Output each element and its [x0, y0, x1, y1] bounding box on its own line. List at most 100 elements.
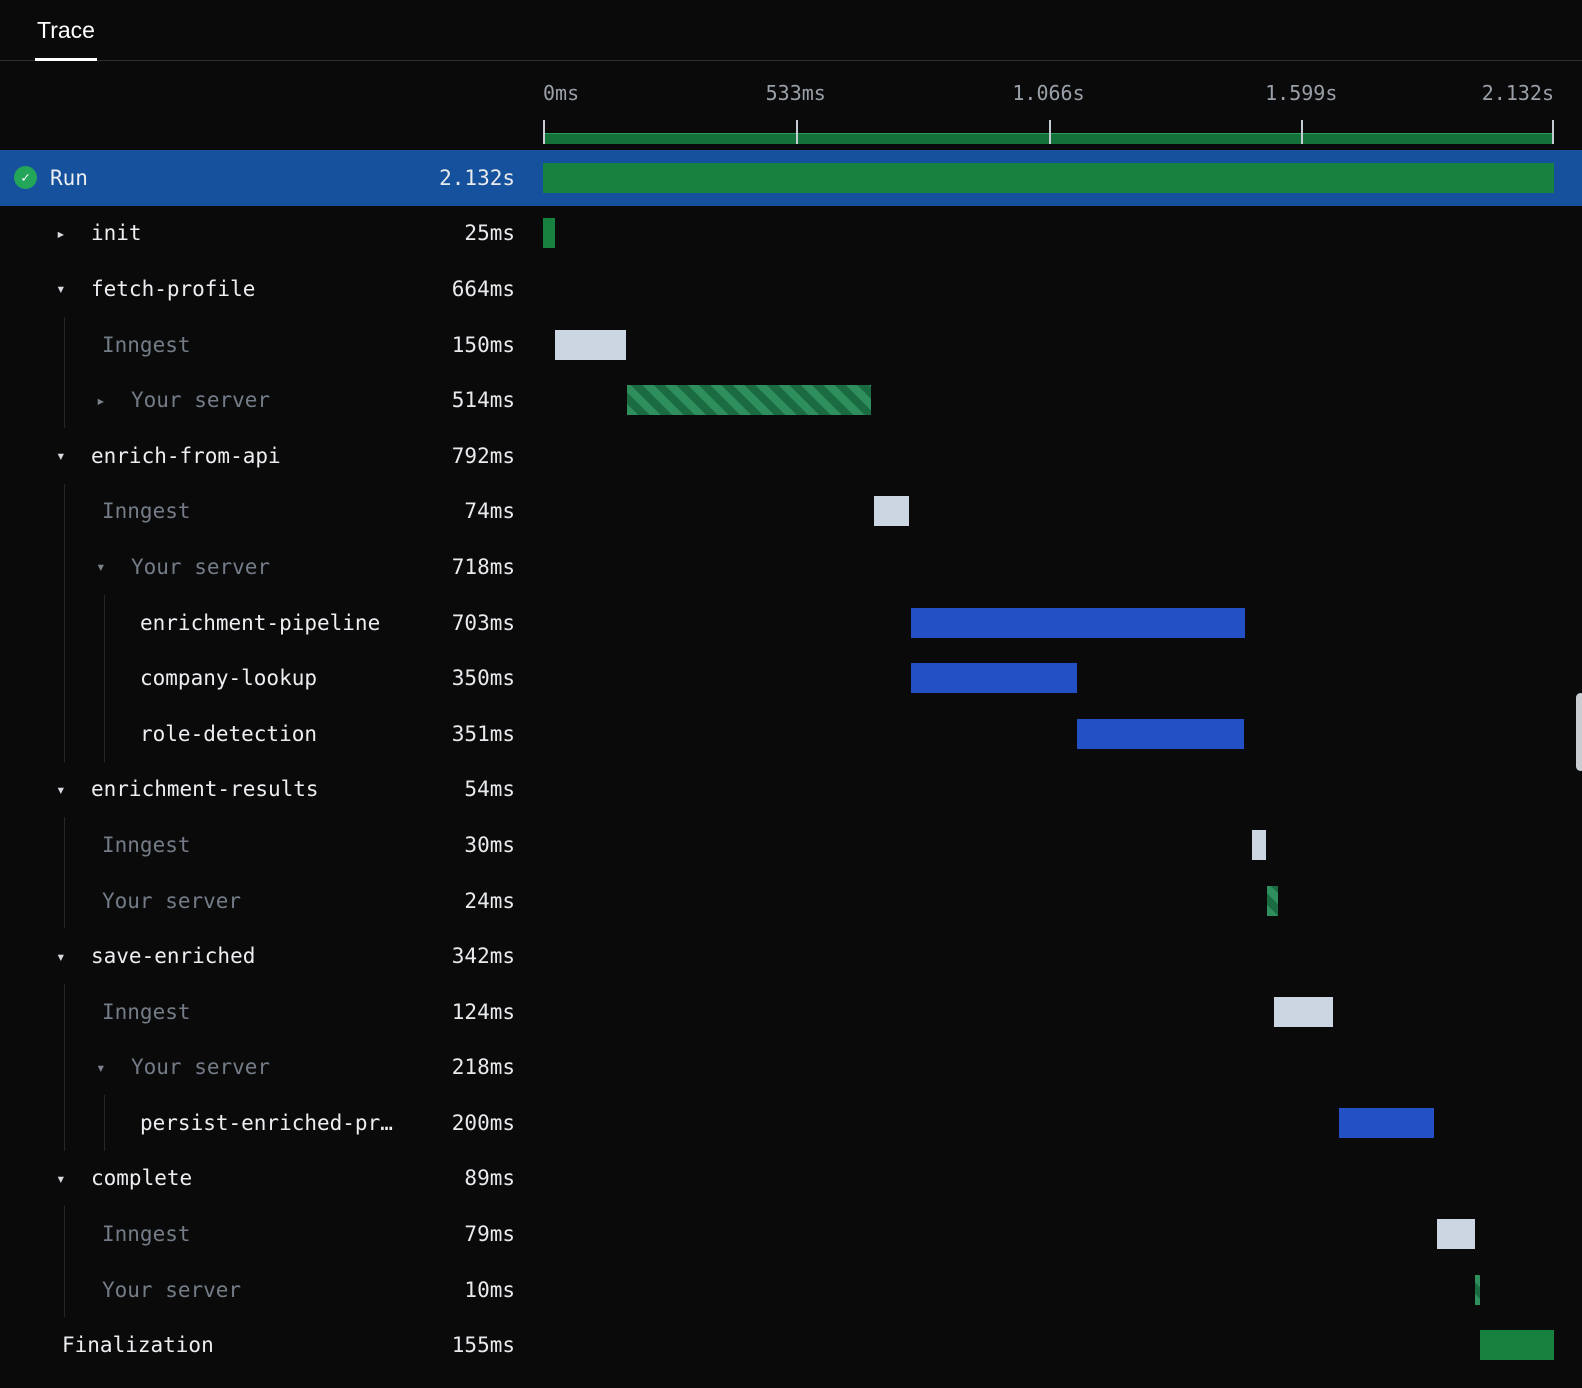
trace-row-complete-server[interactable]: Your server 10ms — [0, 1261, 1582, 1318]
trace-row-finalization[interactable]: Finalization 155ms — [0, 1317, 1582, 1373]
trace-row-enrich-server[interactable]: ▾ Your server 718ms — [0, 539, 1582, 595]
span-timeline-inner — [543, 1206, 1554, 1262]
span-bar-blue[interactable] — [911, 663, 1078, 694]
chevron-down-icon[interactable]: ▾ — [96, 1058, 118, 1077]
trace-row-save-inngest[interactable]: Inngest 124ms — [0, 983, 1582, 1040]
span-bar-blue[interactable] — [1338, 1107, 1434, 1138]
span-name: Your server — [102, 888, 242, 913]
trace-row-results-server[interactable]: Your server 24ms — [0, 872, 1582, 929]
trace-row-init[interactable]: ▸ init 25ms — [0, 206, 1582, 262]
span-name: Your server — [131, 1055, 271, 1080]
span-bar-green[interactable] — [1480, 1330, 1554, 1361]
span-bar-hatch[interactable] — [627, 385, 872, 416]
chevron-right-icon[interactable]: ▸ — [56, 224, 78, 243]
span-row-left[interactable]: Inngest 30ms — [0, 817, 543, 873]
span-timeline-inner — [543, 1040, 1554, 1096]
span-duration: 664ms — [451, 276, 515, 301]
chevron-down-icon[interactable]: ▾ — [56, 446, 78, 465]
span-row-left[interactable]: persist-enriched-pr… 200ms — [0, 1095, 543, 1151]
span-timeline-inner — [543, 428, 1554, 484]
span-row-left[interactable]: Your server 10ms — [0, 1261, 543, 1318]
span-bar-gray[interactable] — [873, 496, 909, 527]
chevron-right-icon[interactable]: ▸ — [96, 391, 118, 410]
span-row-left[interactable]: ✓ Run 2.132s — [0, 150, 543, 206]
span-row-left[interactable]: Inngest 150ms — [0, 316, 543, 373]
span-name: Inngest — [102, 1222, 191, 1247]
timeline-ruler[interactable] — [543, 120, 1554, 144]
span-name: enrichment-results — [91, 777, 319, 802]
span-row-left[interactable]: ▾ enrich-from-api 792ms — [0, 428, 543, 484]
span-row-left[interactable]: ▾ save-enriched 342ms — [0, 928, 543, 984]
trace-row-run[interactable]: ✓ Run 2.132s — [0, 150, 1582, 206]
trace-row-persist-enriched[interactable]: persist-enriched-pr… 200ms — [0, 1095, 1582, 1151]
span-bar-gray[interactable] — [1437, 1219, 1475, 1250]
span-row-left[interactable]: ▾ Your server 718ms — [0, 539, 543, 595]
span-bar-hatch[interactable] — [1475, 1274, 1481, 1305]
ruler-tick — [1048, 120, 1051, 144]
ruler-tick — [1301, 120, 1304, 144]
tree-guide-line — [64, 1206, 65, 1262]
span-row-left[interactable]: ▾ fetch-profile 664ms — [0, 261, 543, 317]
trace-row-fetch-profile-inngest[interactable]: Inngest 150ms — [0, 316, 1582, 373]
span-timeline-inner — [543, 1151, 1554, 1207]
span-bar-gray[interactable] — [1274, 996, 1334, 1027]
span-bar-blue[interactable] — [1077, 718, 1244, 749]
span-row-left[interactable]: Your server 24ms — [0, 872, 543, 929]
span-row-left[interactable]: ▾ enrichment-results 54ms — [0, 762, 543, 818]
trace-row-enrich-from-api[interactable]: ▾ enrich-from-api 792ms — [0, 428, 1582, 484]
trace-row-enrichment-results[interactable]: ▾ enrichment-results 54ms — [0, 762, 1582, 818]
span-row-left[interactable]: Inngest 124ms — [0, 983, 543, 1040]
trace-row-role-detection[interactable]: role-detection 351ms — [0, 705, 1582, 762]
span-row-left[interactable]: ▾ Your server 218ms — [0, 1039, 543, 1096]
span-bar-green[interactable] — [543, 162, 1554, 193]
span-timeline-inner — [543, 150, 1554, 206]
trace-row-complete-inngest[interactable]: Inngest 79ms — [0, 1206, 1582, 1262]
span-name: Run — [50, 165, 88, 190]
trace-row-company-lookup[interactable]: company-lookup 350ms — [0, 650, 1582, 706]
trace-row-results-inngest[interactable]: Inngest 30ms — [0, 817, 1582, 873]
span-row-left[interactable]: Inngest 79ms — [0, 1206, 543, 1262]
trace-row-enrichment-pipeline[interactable]: enrichment-pipeline 703ms — [0, 594, 1582, 651]
span-row-left[interactable]: ▸ init 25ms — [0, 206, 543, 262]
span-timeline-inner — [543, 261, 1554, 317]
span-bar-hatch[interactable] — [1266, 885, 1278, 916]
span-bar-gray[interactable] — [554, 329, 626, 360]
tab-trace[interactable]: Trace — [35, 0, 97, 61]
chevron-down-icon[interactable]: ▾ — [96, 557, 118, 576]
chevron-down-icon[interactable]: ▾ — [56, 279, 78, 298]
span-timeline — [543, 873, 1582, 929]
trace-row-fetch-profile-server[interactable]: ▸ Your server 514ms — [0, 372, 1582, 428]
timeline-header-chart: 0ms 533ms 1.066s 1.599s 2.132s — [543, 61, 1582, 150]
trace-row-save-enriched[interactable]: ▾ save-enriched 342ms — [0, 928, 1582, 984]
span-bar-gray[interactable] — [1251, 829, 1267, 860]
span-bar-blue[interactable] — [911, 607, 1245, 638]
top-tab-bar: Trace — [0, 0, 1582, 61]
span-timeline-inner — [543, 539, 1554, 595]
span-bar-green[interactable] — [543, 218, 555, 249]
tree-guide-line — [64, 872, 65, 929]
span-timeline — [543, 428, 1582, 484]
trace-row-save-server[interactable]: ▾ Your server 218ms — [0, 1039, 1582, 1096]
tree-guide-line — [104, 594, 105, 651]
span-timeline — [543, 1151, 1582, 1207]
chevron-down-icon[interactable]: ▾ — [56, 1169, 78, 1188]
span-row-left[interactable]: role-detection 351ms — [0, 705, 543, 762]
span-row-left[interactable]: Inngest 74ms — [0, 483, 543, 540]
span-row-left[interactable]: enrichment-pipeline 703ms — [0, 594, 543, 651]
span-row-left[interactable]: ▸ Your server 514ms — [0, 372, 543, 428]
span-timeline-inner — [543, 650, 1554, 706]
trace-row-fetch-profile[interactable]: ▾ fetch-profile 664ms — [0, 261, 1582, 317]
trace-row-complete[interactable]: ▾ complete 89ms — [0, 1151, 1582, 1207]
span-duration: 89ms — [464, 1166, 515, 1191]
span-row-left[interactable]: Finalization 155ms — [0, 1317, 543, 1373]
ruler-tick — [543, 120, 545, 144]
tree-guide-line — [64, 372, 65, 428]
chevron-down-icon[interactable]: ▾ — [56, 780, 78, 799]
span-timeline — [543, 928, 1582, 984]
span-name: Inngest — [102, 832, 191, 857]
vertical-scrollbar-thumb[interactable] — [1576, 693, 1582, 771]
span-row-left[interactable]: company-lookup 350ms — [0, 650, 543, 706]
span-row-left[interactable]: ▾ complete 89ms — [0, 1151, 543, 1207]
trace-row-enrich-inngest[interactable]: Inngest 74ms — [0, 483, 1582, 540]
chevron-down-icon[interactable]: ▾ — [56, 947, 78, 966]
